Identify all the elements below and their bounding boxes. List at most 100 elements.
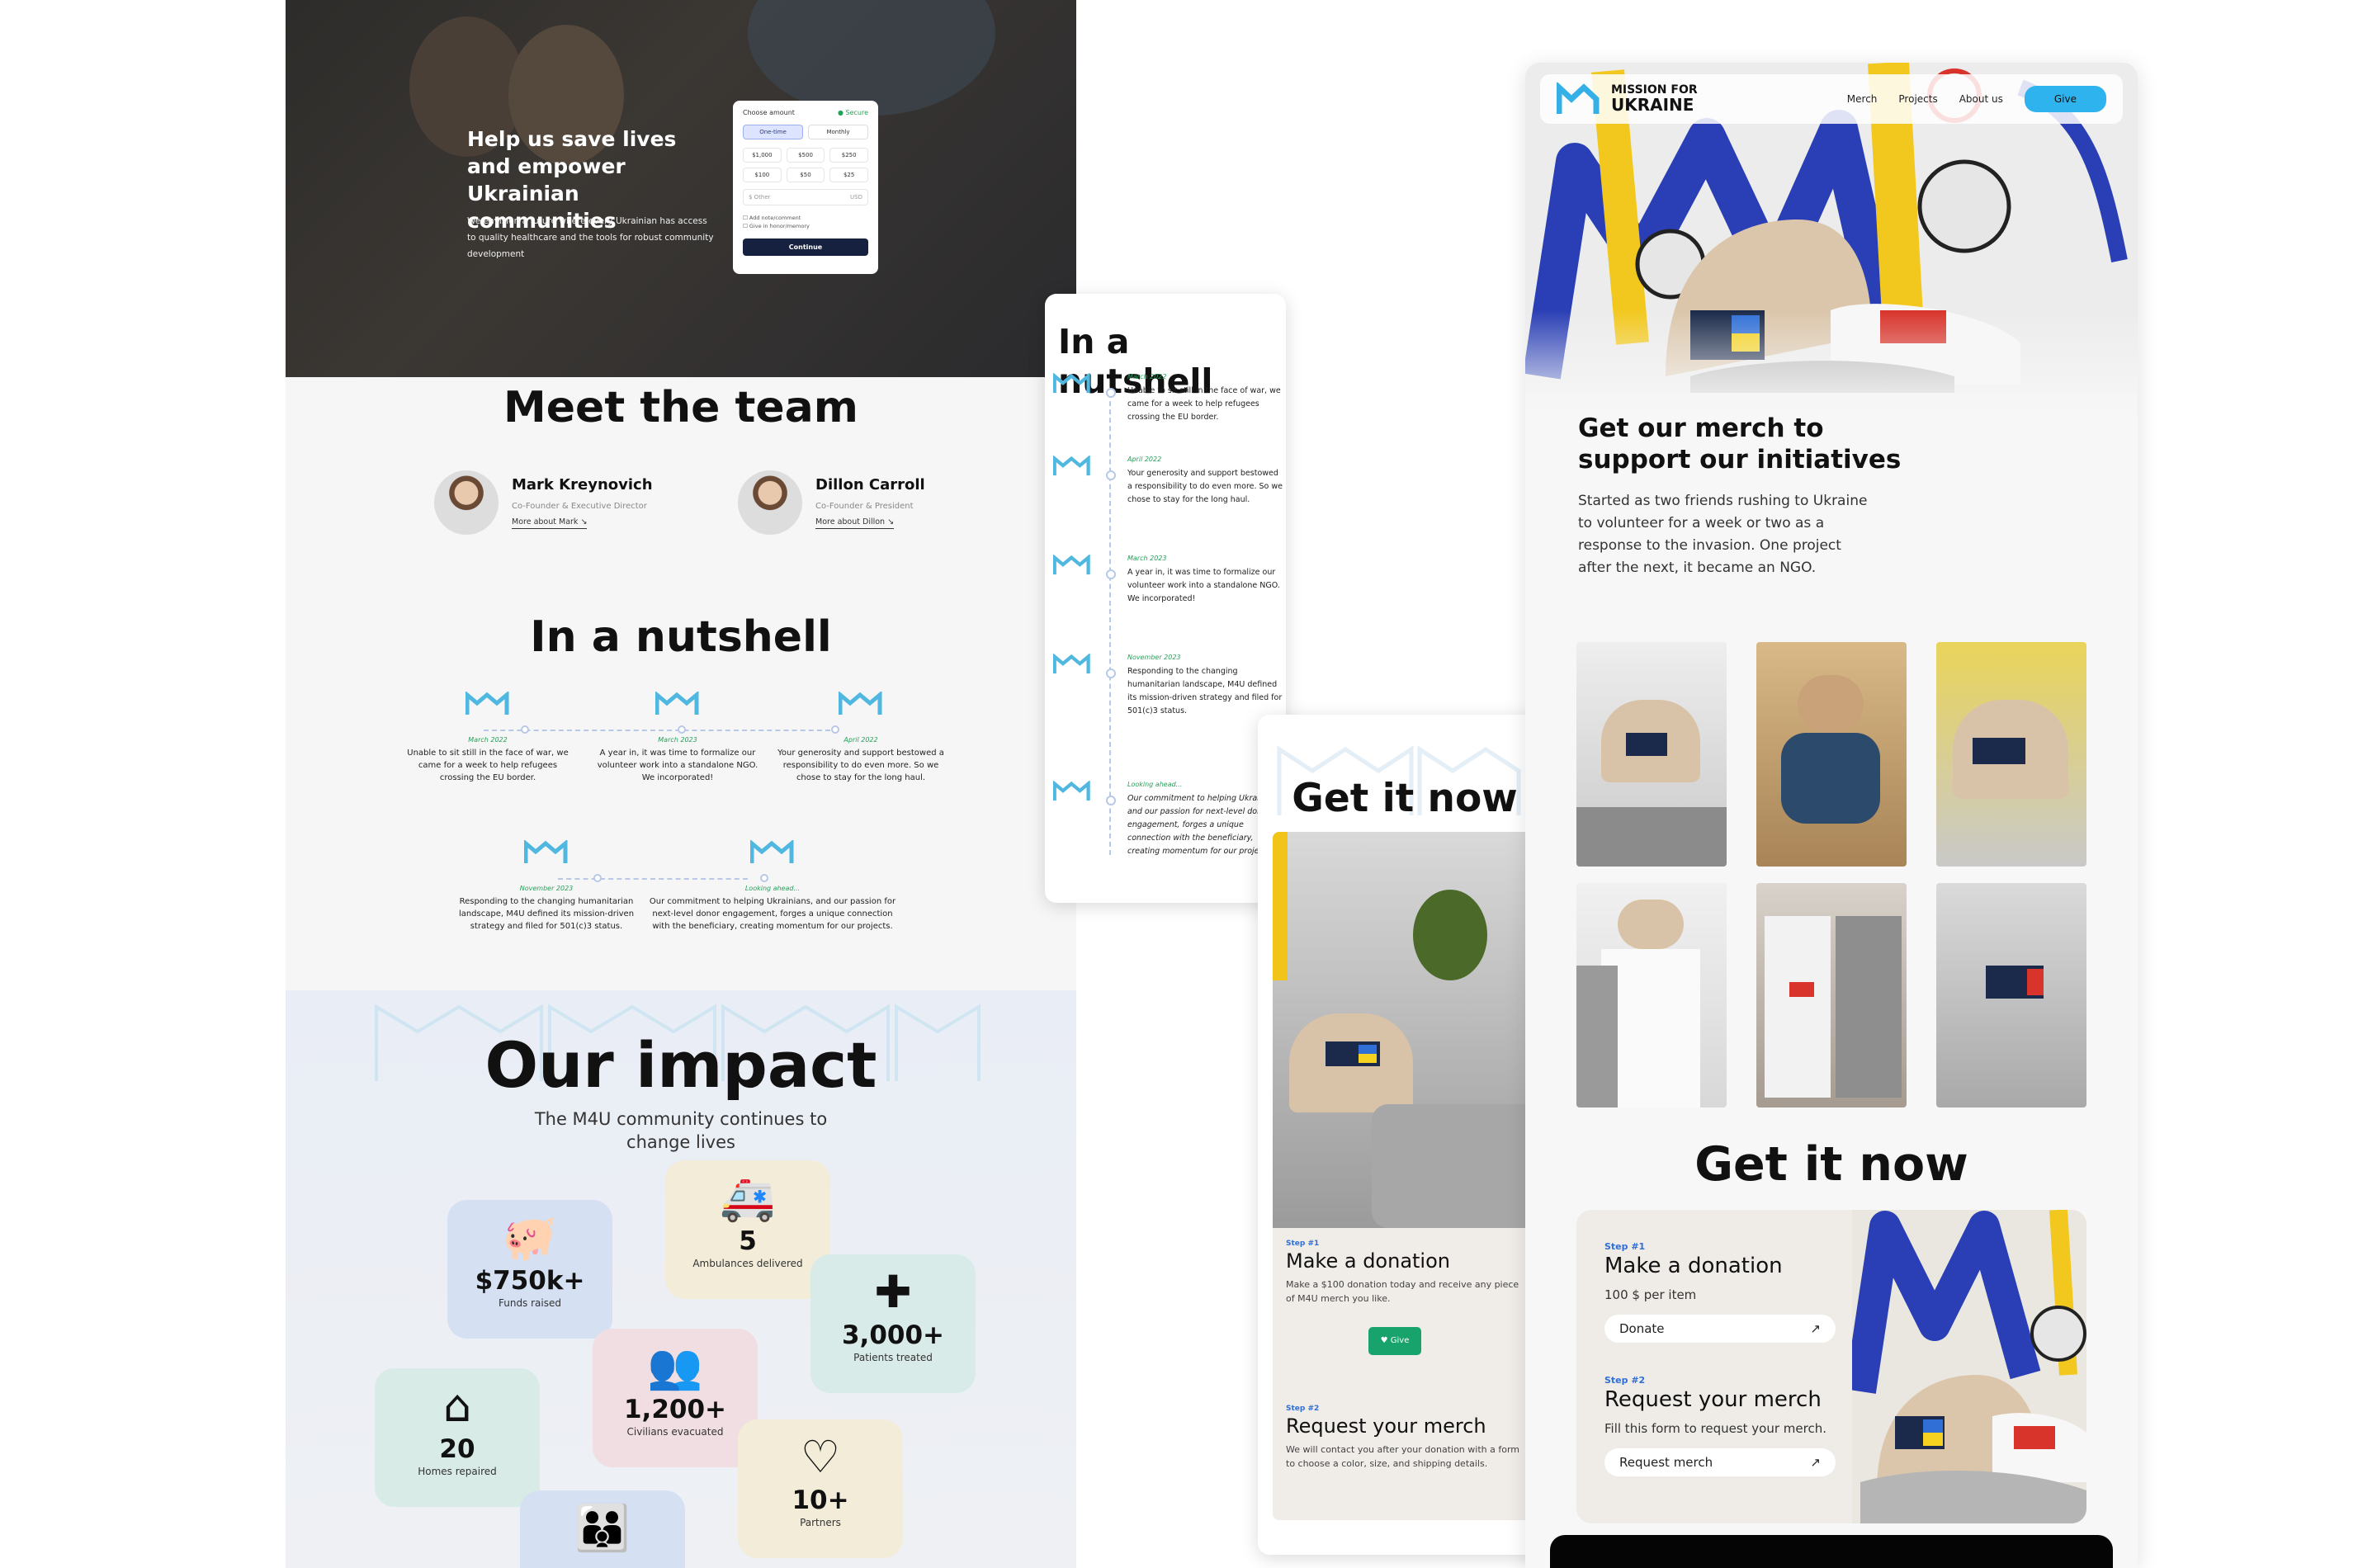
timeline-date: March 2023 bbox=[1127, 555, 1167, 562]
note-checkbox-label: Add note/comment bbox=[749, 215, 801, 221]
one-time-toggle[interactable]: One-time bbox=[743, 125, 803, 139]
member-name: Mark Kreynovich bbox=[512, 476, 653, 494]
nav-about-us[interactable]: About us bbox=[1959, 93, 2003, 105]
mobile-timeline-item: November 2023 Responding to the changing… bbox=[1053, 654, 1282, 728]
timeline-dot bbox=[1106, 470, 1116, 480]
currency-label: USD bbox=[850, 194, 862, 201]
stat-ambulances: 🚑 5 Ambulances delivered bbox=[665, 1160, 830, 1299]
timeline-date: November 2023 bbox=[519, 885, 574, 892]
continue-button[interactable]: Continue bbox=[743, 239, 868, 256]
timeline-text: A year in, it was time to formalize our … bbox=[597, 749, 758, 782]
stat-value: 20 bbox=[439, 1434, 475, 1464]
m4u-logo-icon bbox=[1053, 781, 1090, 801]
more-about-link[interactable]: More about Dillon ↘ bbox=[815, 517, 895, 529]
mobile-step-2: Step #2 Request your merch We will conta… bbox=[1286, 1405, 1525, 1471]
brand-line-1: MISSION FOR bbox=[1611, 83, 1698, 97]
secure-badge: ● Secure bbox=[837, 109, 868, 116]
step-1: Step #1 Make a donation 100 $ per item D… bbox=[1604, 1241, 1852, 1343]
amount-option[interactable]: $500 bbox=[786, 148, 825, 163]
merch-thumbnail[interactable] bbox=[1936, 642, 2086, 867]
step-label: Step #2 bbox=[1286, 1405, 1320, 1413]
mobile-timeline-item: March 2023 A year in, it was time to for… bbox=[1053, 555, 1280, 621]
nav-projects[interactable]: Projects bbox=[1898, 93, 1937, 105]
arrow-up-right-icon: ↗ bbox=[1810, 1455, 1821, 1470]
team-member-mark: Mark Kreynovich Co-Founder & Executive D… bbox=[434, 470, 653, 535]
timeline-text: Unable to sit still in the face of war, … bbox=[1127, 386, 1281, 422]
timeline-date: Looking ahead... bbox=[1127, 781, 1183, 788]
m4u-logo-icon bbox=[1053, 654, 1090, 674]
cap-graffiti-photo bbox=[1852, 1210, 2086, 1523]
stat-label: Patients treated bbox=[853, 1352, 933, 1363]
member-role: Co-Founder & Executive Director bbox=[512, 502, 647, 511]
about-page-desktop: Help us save lives and empower Ukrainian… bbox=[286, 0, 1076, 1568]
amount-option[interactable]: $250 bbox=[829, 148, 868, 163]
monthly-toggle[interactable]: Monthly bbox=[808, 125, 868, 139]
stat-people: 👪 bbox=[520, 1490, 685, 1568]
stat-value: $750k+ bbox=[475, 1266, 585, 1296]
give-button[interactable]: ♥ Give bbox=[1368, 1327, 1421, 1355]
nav-merch[interactable]: Merch bbox=[1847, 93, 1878, 105]
avatar bbox=[434, 470, 499, 535]
request-merch-button[interactable]: Request merch ↗ bbox=[1604, 1448, 1836, 1476]
m4u-logo-icon bbox=[523, 838, 568, 863]
brand-logo[interactable]: MISSION FOR UKRAINE bbox=[1557, 83, 1698, 116]
team-member-dillon: Dillon Carroll Co-Founder & President Mo… bbox=[738, 470, 925, 535]
step-2: Step #2 Request your merch Fill this for… bbox=[1604, 1375, 1852, 1476]
mobile-timeline-item: March 2022 Unable to sit still in the fa… bbox=[1053, 373, 1281, 439]
house-tools-icon: ⌂ bbox=[442, 1380, 472, 1432]
merch-thumbnail[interactable] bbox=[1756, 883, 1907, 1108]
merch-thumbnail[interactable] bbox=[1576, 642, 1727, 867]
crowd-icon: 👥 bbox=[647, 1340, 703, 1392]
other-amount-input[interactable]: $ Other USD bbox=[743, 189, 868, 205]
brand-name: MISSION FOR UKRAINE bbox=[1611, 84, 1698, 114]
donate-button[interactable]: Donate ↗ bbox=[1604, 1315, 1836, 1343]
merch-thumbnail[interactable] bbox=[1576, 883, 1727, 1108]
merch-thumbnail[interactable] bbox=[1936, 883, 2086, 1108]
amount-option[interactable]: $100 bbox=[743, 168, 782, 182]
timeline-dot bbox=[1106, 668, 1116, 678]
step-label: Step #1 bbox=[1604, 1241, 1646, 1252]
get-it-now-card: Step #1 Make a donation 100 $ per item D… bbox=[1576, 1210, 2086, 1523]
member-role: Co-Founder & President bbox=[815, 502, 914, 511]
m4u-logo-icon bbox=[1053, 456, 1090, 476]
amount-option[interactable]: $50 bbox=[786, 168, 825, 182]
step-title: Make a donation bbox=[1286, 1249, 1450, 1273]
timeline-date: November 2023 bbox=[1127, 654, 1181, 661]
note-checkbox[interactable]: ☐ Add note/comment bbox=[743, 214, 868, 222]
stat-value: 10+ bbox=[792, 1485, 849, 1515]
hero-text: We envision a future where every Ukraini… bbox=[467, 216, 714, 259]
cap-patch bbox=[1326, 1041, 1380, 1066]
timeline-text: Your generosity and support bestowed a r… bbox=[777, 749, 944, 782]
timeline-dot bbox=[1106, 569, 1116, 579]
stat-value: 5 bbox=[739, 1226, 757, 1256]
merch-page-desktop: MISSION FOR UKRAINE Merch Projects About… bbox=[1525, 63, 2138, 1568]
timeline-text: Responding to the changing humanitarian … bbox=[1127, 667, 1283, 716]
timeline-date: March 2022 bbox=[1127, 373, 1167, 380]
impact-subtitle: The M4U community continues to change li… bbox=[534, 1109, 828, 1152]
hearts-hands-icon: ♡ bbox=[800, 1431, 841, 1483]
nav-links: Merch Projects About us Give bbox=[1826, 86, 2106, 112]
amount-option[interactable]: $1,000 bbox=[743, 148, 782, 163]
request-merch-label: Request merch bbox=[1619, 1455, 1713, 1470]
donation-widget: Choose amount ● Secure One-time Monthly … bbox=[733, 101, 878, 274]
mobile-nutshell-screen: In a nutshell March 2022 Unable to sit s… bbox=[1045, 294, 1286, 903]
amount-option[interactable]: $25 bbox=[829, 168, 868, 182]
more-about-link[interactable]: More about Mark ↘ bbox=[512, 517, 588, 529]
merch-thumbnail[interactable] bbox=[1756, 642, 1907, 867]
secure-label: Secure bbox=[845, 109, 868, 116]
step-title: Request your merch bbox=[1286, 1415, 1486, 1438]
m4u-logo-icon bbox=[465, 690, 509, 715]
step-text: 100 $ per item bbox=[1604, 1287, 1697, 1302]
honor-checkbox[interactable]: ☐ Give in honor/memory bbox=[743, 222, 868, 230]
timeline-text: A year in, it was time to formalize our … bbox=[1127, 568, 1280, 603]
other-amount-placeholder: $ Other bbox=[749, 194, 771, 201]
give-button[interactable]: Give bbox=[2024, 86, 2106, 112]
arrow-down-right-icon: ↘ bbox=[580, 517, 588, 527]
m4u-logo-icon bbox=[749, 838, 794, 863]
people-icon: 👪 bbox=[574, 1502, 631, 1554]
timeline-text: Your generosity and support bestowed a r… bbox=[1127, 469, 1283, 504]
m4u-logo-icon bbox=[1053, 555, 1090, 575]
step-text: Fill this form to request your merch. bbox=[1604, 1421, 1826, 1436]
mobile-timeline-item: Looking ahead... Our commitment to helpi… bbox=[1053, 781, 1283, 880]
member-name: Dillon Carroll bbox=[815, 476, 925, 494]
